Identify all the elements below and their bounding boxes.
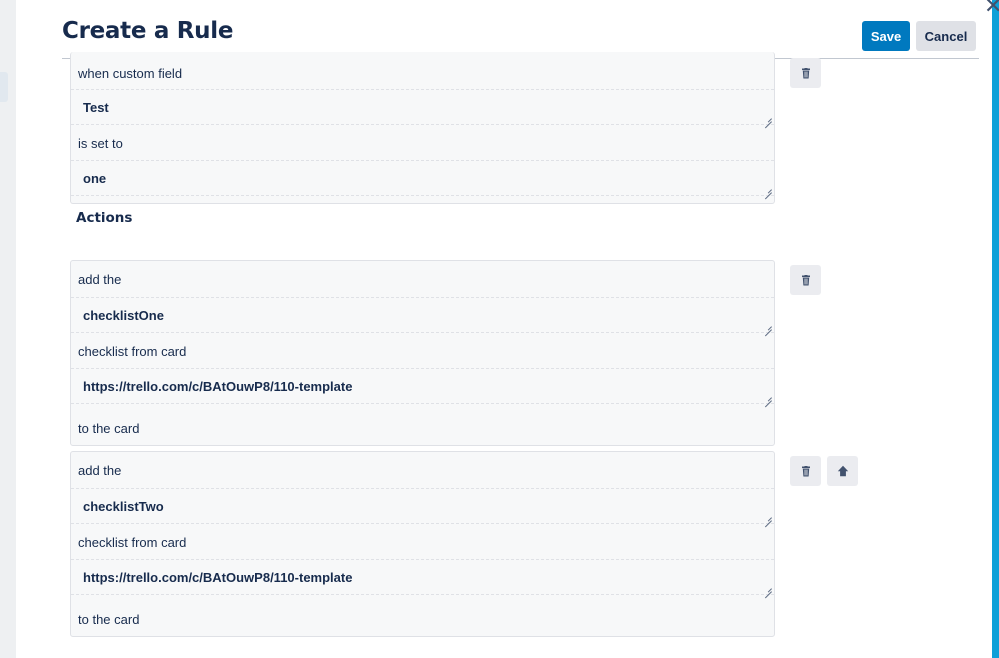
delete-action-button[interactable] [790,456,821,486]
page-title: Create a Rule [62,18,234,44]
create-rule-dialog: ✕ Create a Rule Save Cancel when custom … [16,0,999,658]
action-middle-label: checklist from card [78,343,187,359]
action-prefix-label: add the [78,462,122,478]
source-card-input[interactable]: https://trello.com/c/BAtOuwP8/110-templa… [71,559,774,595]
custom-field-input[interactable]: Test [71,89,774,125]
trash-icon [801,67,810,78]
checklist-name-input[interactable]: checklistOne [71,297,774,333]
background-edge [992,0,999,658]
custom-field-value: Test [83,99,109,115]
background-sidebar-item [0,72,8,102]
action-card: add the checklistOne checklist from card… [70,260,775,446]
action-prefix-label: add the [78,271,122,287]
action-suffix-label: to the card [78,420,140,436]
set-value-input[interactable]: one [71,160,774,196]
trash-icon [801,274,810,285]
resize-handle-icon[interactable] [765,186,772,193]
delete-action-button[interactable] [790,265,821,295]
resize-handle-icon[interactable] [765,514,772,521]
resize-handle-icon[interactable] [765,585,772,592]
action-card: add the checklistTwo checklist from card… [70,451,775,637]
resize-handle-icon[interactable] [765,323,772,330]
action-suffix-label: to the card [78,611,140,627]
checklist-name-value: checklistOne [83,307,164,323]
arrow-up-icon [837,465,848,477]
close-icon[interactable]: ✕ [984,0,999,17]
trigger-prefix-label: when custom field [78,65,183,81]
move-action-up-button[interactable] [827,456,858,486]
save-button[interactable]: Save [862,21,910,51]
actions-heading: Actions [76,210,133,226]
delete-trigger-button[interactable] [790,58,821,88]
trash-icon [801,465,810,476]
checklist-name-value: checklistTwo [83,498,164,514]
trigger-middle-label: is set to [78,135,123,151]
background-board [0,0,16,658]
trigger-card: when custom field Test is set to one [70,52,775,204]
set-value-text: one [83,170,107,186]
source-card-value: https://trello.com/c/BAtOuwP8/110-templa… [83,569,353,585]
source-card-input[interactable]: https://trello.com/c/BAtOuwP8/110-templa… [71,368,774,404]
cancel-button[interactable]: Cancel [916,21,976,51]
resize-handle-icon[interactable] [765,115,772,122]
checklist-name-input[interactable]: checklistTwo [71,488,774,524]
source-card-value: https://trello.com/c/BAtOuwP8/110-templa… [83,378,353,394]
action-middle-label: checklist from card [78,534,187,550]
resize-handle-icon[interactable] [765,394,772,401]
